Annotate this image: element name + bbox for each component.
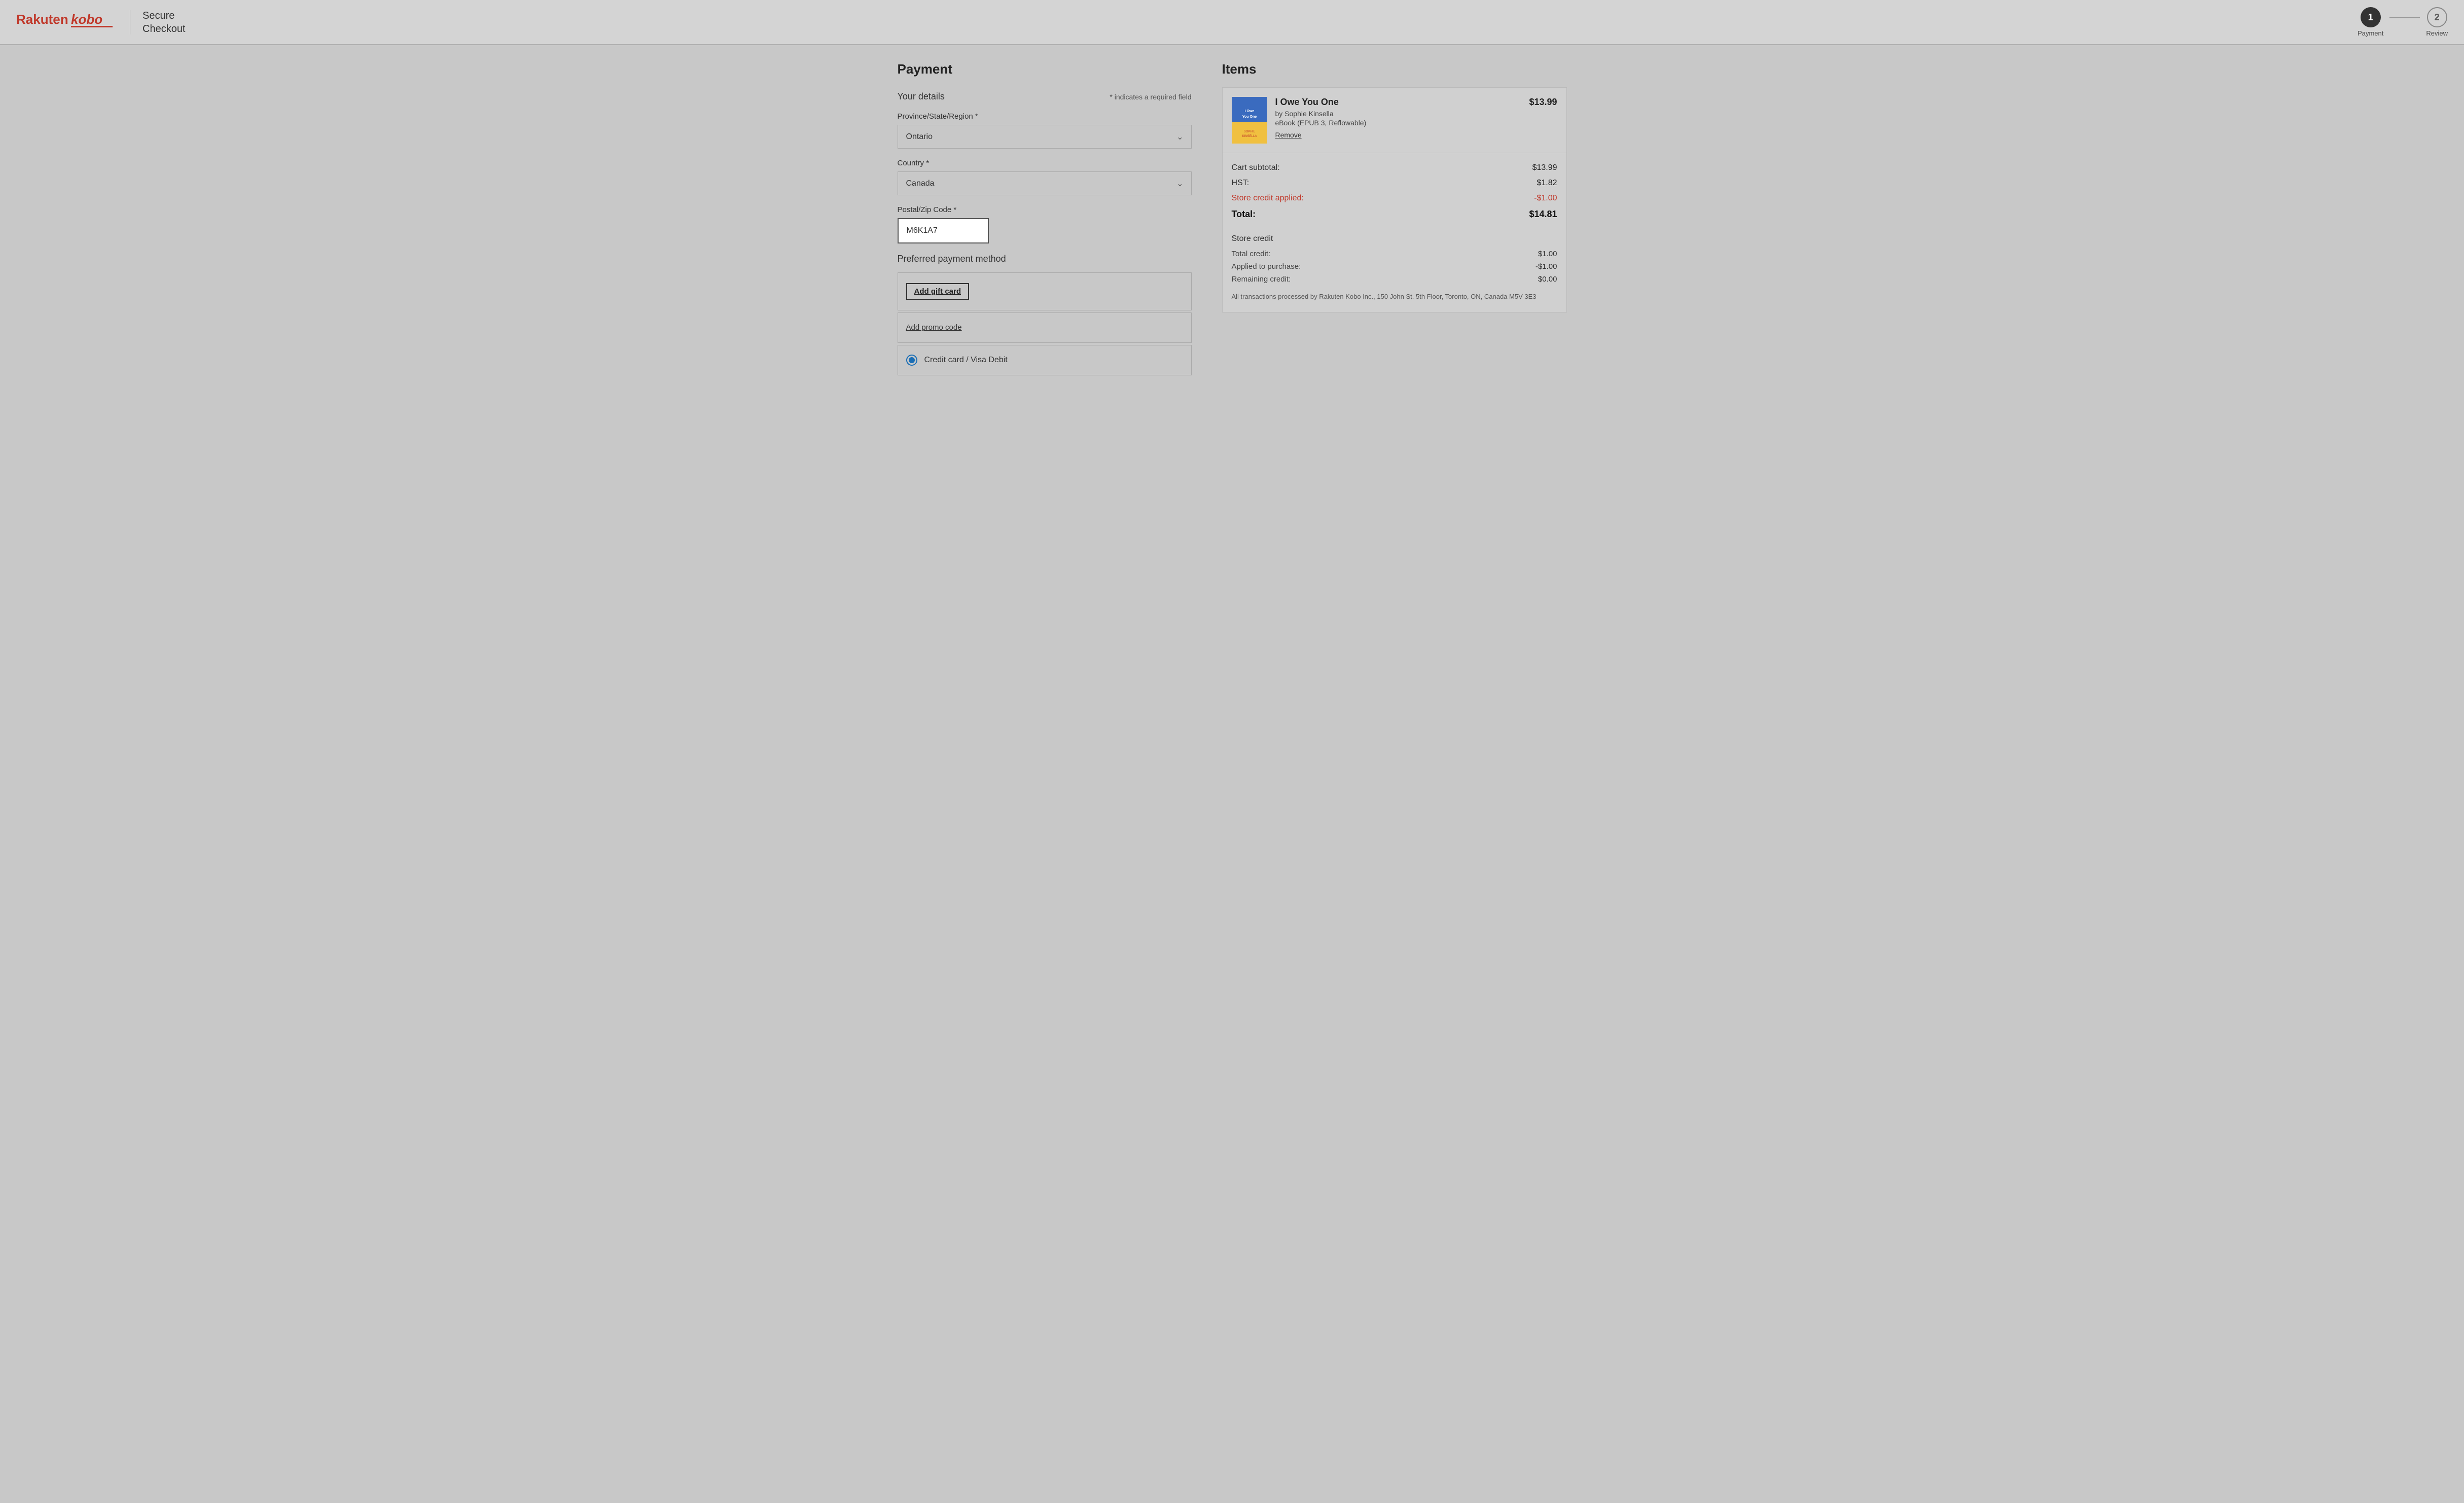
total-credit-row: Total credit: $1.00 bbox=[1232, 250, 1557, 258]
add-promo-code-button[interactable]: Add promo code bbox=[906, 323, 962, 332]
item-price: $13.99 bbox=[1529, 97, 1557, 108]
credit-card-radio[interactable] bbox=[906, 355, 917, 366]
step-review: 2 Review bbox=[2426, 7, 2448, 37]
remaining-credit-label: Remaining credit: bbox=[1232, 275, 1291, 284]
step-payment-label: Payment bbox=[2358, 29, 2383, 37]
svg-text:SOPHIE: SOPHIE bbox=[1243, 130, 1255, 133]
total-row: Total: $14.81 bbox=[1232, 209, 1557, 220]
add-gift-card-button[interactable]: Add gift card bbox=[906, 283, 970, 300]
applied-to-purchase-label: Applied to purchase: bbox=[1232, 262, 1301, 271]
radio-dot-inner bbox=[909, 357, 915, 363]
preferred-payment-title: Preferred payment method bbox=[898, 254, 1192, 264]
hst-value: $1.82 bbox=[1537, 179, 1557, 188]
country-select-wrapper: Canada ⌄ bbox=[898, 171, 1192, 195]
promo-code-box: Add promo code bbox=[898, 312, 1192, 343]
country-label: Country * bbox=[898, 159, 1192, 167]
your-details-title: Your details bbox=[898, 91, 945, 102]
province-select[interactable]: Ontario bbox=[898, 125, 1192, 149]
item-details: I Owe You One by Sophie Kinsella eBook (… bbox=[1275, 97, 1521, 140]
item-author: by Sophie Kinsella bbox=[1275, 110, 1521, 118]
svg-text:You One: You One bbox=[1242, 115, 1256, 119]
postal-label: Postal/Zip Code * bbox=[898, 205, 1192, 214]
cart-subtotal-label: Cart subtotal: bbox=[1232, 163, 1280, 172]
main-content: Payment Your details * indicates a requi… bbox=[877, 45, 1587, 392]
step-connector bbox=[2389, 17, 2420, 18]
item-title: I Owe You One bbox=[1275, 97, 1521, 108]
required-note: * indicates a required field bbox=[1110, 93, 1191, 101]
svg-text:KINSELLA: KINSELLA bbox=[1242, 135, 1257, 138]
store-credit-applied-value: -$1.00 bbox=[1534, 194, 1557, 203]
cart-subtotal-value: $13.99 bbox=[1532, 163, 1557, 172]
order-summary-panel: Items I Owe You One SOPHIE KINSELLA I bbox=[1222, 61, 1567, 375]
gift-card-box: Add gift card bbox=[898, 272, 1192, 310]
credit-card-option[interactable]: Credit card / Visa Debit bbox=[898, 345, 1192, 375]
applied-to-purchase-row: Applied to purchase: -$1.00 bbox=[1232, 262, 1557, 271]
total-credit-value: $1.00 bbox=[1538, 250, 1557, 258]
checkout-stepper: 1 Payment 2 Review bbox=[2358, 7, 2448, 37]
header-left: Rakuten kobo Secure Checkout bbox=[16, 8, 186, 37]
province-select-wrapper: Ontario ⌄ bbox=[898, 125, 1192, 149]
item-card: I Owe You One SOPHIE KINSELLA I Owe You … bbox=[1222, 87, 1567, 153]
country-select[interactable]: Canada bbox=[898, 171, 1192, 195]
store-credit-applied-label: Store credit applied: bbox=[1232, 194, 1304, 203]
order-summary-section: Cart subtotal: $13.99 HST: $1.82 Store c… bbox=[1222, 153, 1567, 312]
your-details-header: Your details * indicates a required fiel… bbox=[898, 91, 1192, 102]
book-cover-image: I Owe You One SOPHIE KINSELLA bbox=[1232, 97, 1267, 144]
svg-text:Rakuten: Rakuten bbox=[16, 12, 68, 27]
credit-card-label: Credit card / Visa Debit bbox=[924, 356, 1008, 365]
preferred-payment-section: Preferred payment method Add gift card A… bbox=[898, 254, 1192, 375]
footer-note: All transactions processed by Rakuten Ko… bbox=[1232, 292, 1557, 302]
remove-item-button[interactable]: Remove bbox=[1275, 131, 1302, 139]
cart-subtotal-row: Cart subtotal: $13.99 bbox=[1232, 163, 1557, 172]
secure-checkout-label: Secure Checkout bbox=[142, 9, 186, 36]
applied-to-purchase-value: -$1.00 bbox=[1535, 262, 1557, 271]
hst-row: HST: $1.82 bbox=[1232, 179, 1557, 188]
items-section-title: Items bbox=[1222, 61, 1567, 77]
province-label: Province/State/Region * bbox=[898, 112, 1192, 121]
step-payment: 1 Payment bbox=[2358, 7, 2383, 37]
postal-input[interactable] bbox=[898, 218, 989, 243]
step-review-circle: 2 bbox=[2427, 7, 2447, 27]
item-format: eBook (EPUB 3, Reflowable) bbox=[1275, 119, 1521, 127]
svg-text:kobo: kobo bbox=[71, 12, 102, 27]
payment-form-panel: Payment Your details * indicates a requi… bbox=[898, 61, 1222, 375]
total-credit-label: Total credit: bbox=[1232, 250, 1271, 258]
country-field-group: Country * Canada ⌄ bbox=[898, 159, 1192, 195]
site-header: Rakuten kobo Secure Checkout 1 Payment 2… bbox=[0, 0, 2464, 45]
province-field-group: Province/State/Region * Ontario ⌄ bbox=[898, 112, 1192, 149]
store-credit-section-title: Store credit bbox=[1232, 234, 1557, 243]
hst-label: HST: bbox=[1232, 179, 1249, 188]
postal-field-group: Postal/Zip Code * bbox=[898, 205, 1192, 243]
total-value: $14.81 bbox=[1529, 209, 1557, 220]
store-credit-applied-row: Store credit applied: -$1.00 bbox=[1232, 194, 1557, 203]
rakuten-kobo-logo[interactable]: Rakuten kobo bbox=[16, 8, 118, 37]
remaining-credit-value: $0.00 bbox=[1538, 275, 1557, 284]
svg-text:I Owe: I Owe bbox=[1244, 110, 1254, 113]
total-label: Total: bbox=[1232, 209, 1256, 220]
payment-section-title: Payment bbox=[898, 61, 1192, 77]
step-review-label: Review bbox=[2426, 29, 2448, 37]
step-payment-circle: 1 bbox=[2361, 7, 2381, 27]
item-row: I Owe You One SOPHIE KINSELLA I Owe You … bbox=[1232, 97, 1557, 144]
remaining-credit-row: Remaining credit: $0.00 bbox=[1232, 275, 1557, 284]
